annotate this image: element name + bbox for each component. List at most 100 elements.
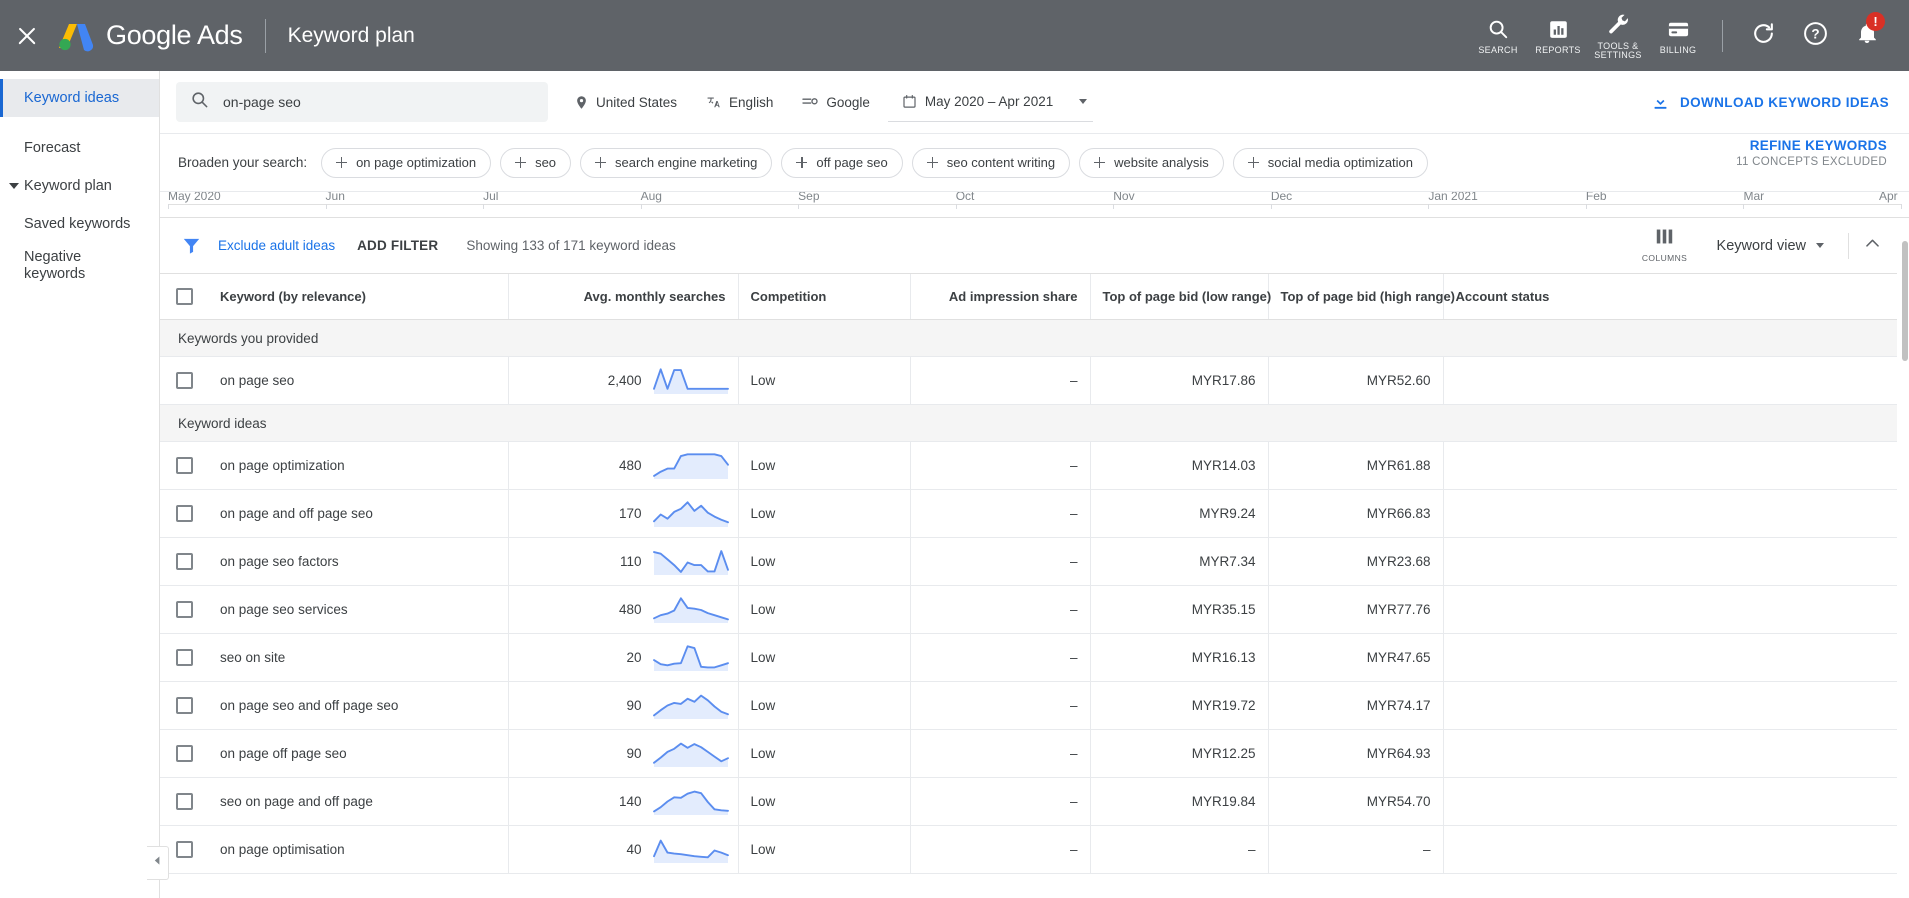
table-row[interactable]: seo on page and off page 140 Low – MYR19.84 M… [160,777,1897,826]
translate-icon [705,95,722,110]
vertical-scrollbar[interactable] [1901,237,1909,898]
cell-account-status [1442,585,1897,634]
chip-label: off page seo [816,155,888,170]
cell-avg-monthly-searches: 110 [507,537,738,586]
sidebar-item-saved-keywords[interactable]: Saved keywords [0,205,159,243]
notifications-button[interactable]: ! [1841,0,1893,71]
cell-ad-impression-share: – [909,633,1090,682]
tools-settings-nav-button[interactable]: TOOLS & SETTINGS [1588,0,1648,71]
cell-top-of-page-bid-high: MYR61.88 [1267,441,1443,490]
column-header-ad-impression-share[interactable]: Ad impression share [909,273,1090,320]
refresh-button[interactable] [1737,0,1789,71]
search-volume-sparkline [652,452,729,479]
billing-nav-button[interactable]: BILLING [1648,0,1708,71]
table-row[interactable]: on page seo 2,400 Low – MYR17.86 MYR52.60 [160,356,1897,405]
table-row[interactable]: on page optimisation 40 Low – – – [160,825,1897,874]
broaden-chip-seo-content-writing[interactable]: seo content writing [911,147,1071,178]
sidebar-item-keyword-ideas[interactable]: Keyword ideas [0,79,159,117]
table-group-title: Keyword ideas [160,404,1897,442]
chart-axis-tick [1585,204,1587,209]
sidebar-item-forecast[interactable]: Forecast [0,129,159,167]
row-checkbox[interactable] [175,601,193,618]
table-row[interactable]: seo on site 20 Low – MYR16.13 MYR47.65 [160,633,1897,682]
refine-keywords-button[interactable]: REFINE KEYWORDS 11 CONCEPTS EXCLUDED [1736,138,1887,168]
broaden-chip-on-page-optimization[interactable]: on page optimization [321,147,492,178]
column-header-account-status[interactable]: Account status [1442,273,1897,320]
table-row[interactable]: on page optimization 480 Low – MYR14.03 MYR61… [160,441,1897,490]
row-checkbox[interactable] [175,841,193,858]
sidebar-collapse-button[interactable] [147,846,169,880]
broaden-chip-search-engine-marketing[interactable]: search engine marketing [580,147,773,178]
row-select-cell [160,585,208,634]
search-input[interactable]: on-page seo [176,82,548,122]
row-checkbox[interactable] [175,649,193,666]
help-button[interactable]: ? [1789,0,1841,71]
cell-keyword: on page seo [208,356,508,405]
filter-funnel-icon[interactable] [178,235,204,256]
column-header-top-of-page-bid-low[interactable]: Top of page bid (low range) [1089,273,1271,320]
column-header-keyword[interactable]: Keyword (by relevance) [208,273,508,320]
exclude-adult-ideas-filter[interactable]: Exclude adult ideas [218,238,335,253]
date-range-value: May 2020 – Apr 2021 [924,94,1054,109]
row-checkbox[interactable] [175,793,193,810]
network-selector[interactable]: Google [787,82,884,122]
table-row[interactable]: on page and off page seo 170 Low – MYR9.24 MY… [160,489,1897,538]
cell-ad-impression-share: – [909,441,1090,490]
collapse-chart-button[interactable] [1849,234,1895,258]
row-select-cell [160,441,208,490]
date-range-selector[interactable]: May 2020 – Apr 2021 [887,82,1094,122]
billing-nav-label: BILLING [1659,45,1697,56]
broaden-chip-off-page-seo[interactable]: off page seo [781,147,903,178]
row-checkbox[interactable] [175,457,193,474]
download-label: DOWNLOAD KEYWORD IDEAS [1679,94,1889,110]
search-input-value: on-page seo [223,94,301,110]
broaden-chip-website-analysis[interactable]: website analysis [1079,147,1224,178]
row-checkbox[interactable] [175,697,193,714]
sidebar-item-keyword-plan[interactable]: Keyword plan [0,167,159,205]
chart-axis-tick [1113,204,1115,209]
plus-icon [595,157,607,168]
row-checkbox[interactable] [175,372,193,389]
broaden-chip-seo[interactable]: seo [500,147,572,178]
table-row[interactable]: on page seo factors 110 Low – MYR7.34 MYR23.6… [160,537,1897,586]
close-icon[interactable] [14,23,40,49]
search-nav-button[interactable]: SEARCH [1468,0,1528,71]
cell-top-of-page-bid-low: MYR19.84 [1089,777,1268,826]
reports-nav-button[interactable]: REPORTS [1528,0,1588,71]
language-selector[interactable]: English [691,82,787,122]
top-app-bar: Google Ads Keyword plan SEARCH REPORTS T… [0,0,1909,71]
column-header-avg-monthly-searches[interactable]: Avg. monthly searches [507,273,738,320]
row-select-cell [160,537,208,586]
row-checkbox[interactable] [175,745,193,762]
select-all-checkbox[interactable] [175,288,193,306]
row-checkbox[interactable] [175,505,193,522]
cell-top-of-page-bid-high: MYR47.65 [1267,633,1443,682]
cell-account-status [1442,537,1897,586]
cell-top-of-page-bid-high: MYR54.70 [1267,777,1443,826]
sidebar-item-negative-keywords[interactable]: Negative keywords [0,243,159,289]
download-keyword-ideas-button[interactable]: DOWNLOAD KEYWORD IDEAS [1651,93,1889,112]
row-checkbox[interactable] [175,553,193,570]
column-header-competition[interactable]: Competition [737,273,910,320]
columns-button[interactable]: COLUMNS [1639,228,1691,263]
broaden-search-bar: Broaden your search: on page optimizatio… [160,133,1909,191]
chevron-down-icon [1079,99,1088,104]
table-row[interactable]: on page seo and off page seo 90 Low – MYR19.… [160,681,1897,730]
row-select-cell [160,356,208,405]
search-toolbar: on-page seo United States English Google… [160,71,1909,133]
column-header-top-of-page-bid-high[interactable]: Top of page bid (high range) [1267,273,1455,320]
broaden-chip-social-media-optimization[interactable]: social media optimization [1232,147,1429,178]
chart-axis-tick [640,204,642,209]
table-row[interactable]: on page off page seo 90 Low – MYR12.25 MYR64.… [160,729,1897,778]
calendar-icon [902,94,917,109]
cell-ad-impression-share: – [909,356,1090,405]
search-volume-sparkline [652,596,729,623]
location-selector[interactable]: United States [560,82,691,122]
table-row[interactable]: on page seo services 480 Low – MYR35.15 MYR77… [160,585,1897,634]
keyword-view-selector[interactable]: Keyword view [1717,238,1824,254]
add-filter-button[interactable]: ADD FILTER [357,238,438,253]
keyword-planner-page: Google Ads Keyword plan SEARCH REPORTS T… [0,0,1909,898]
scrollbar-thumb[interactable] [1902,241,1908,361]
network-value: Google [826,94,870,110]
cell-competition: Low [737,777,910,826]
